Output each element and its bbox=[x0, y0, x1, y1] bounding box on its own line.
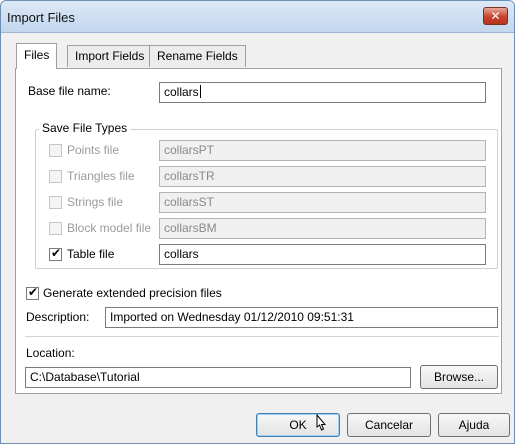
block-model-file-checkbox[interactable] bbox=[49, 222, 62, 235]
points-file-checkbox[interactable] bbox=[49, 144, 62, 157]
block-model-file-label: Block model file bbox=[67, 221, 152, 235]
base-file-name-label: Base file name: bbox=[28, 84, 111, 98]
close-button[interactable]: ✕ bbox=[483, 7, 508, 25]
location-input[interactable]: C:\Database\Tutorial bbox=[25, 367, 411, 388]
strings-file-input[interactable]: collarsST bbox=[159, 192, 486, 213]
tab-files-label: Files bbox=[24, 48, 50, 62]
checkmark-icon: ✔ bbox=[50, 246, 62, 260]
strings-file-value: collarsST bbox=[164, 195, 215, 209]
text-caret bbox=[199, 85, 201, 98]
table-file-value: collars bbox=[164, 247, 199, 261]
table-file-input[interactable]: collars bbox=[159, 244, 486, 265]
description-value: Imported on Wednesday 01/12/2010 09:51:3… bbox=[110, 310, 354, 324]
triangles-file-input[interactable]: collarsTR bbox=[159, 166, 486, 187]
title-bar[interactable]: Import Files ✕ bbox=[1, 1, 514, 33]
location-label: Location: bbox=[26, 346, 75, 360]
cancel-button-label: Cancelar bbox=[364, 418, 414, 432]
triangles-file-label: Triangles file bbox=[67, 169, 135, 183]
block-model-file-value: collarsBM bbox=[164, 221, 217, 235]
tab-import-fields-label: Import Fields bbox=[75, 49, 145, 63]
mouse-pointer-icon bbox=[316, 414, 327, 431]
block-model-file-input[interactable]: collarsBM bbox=[159, 218, 486, 239]
tab-import-fields[interactable]: Import Fields bbox=[67, 45, 153, 67]
ok-button[interactable]: OK bbox=[256, 413, 340, 437]
location-separator bbox=[25, 336, 499, 337]
help-button[interactable]: Ajuda bbox=[438, 413, 510, 437]
import-files-dialog: Import Files ✕ Files Import Fields Renam… bbox=[0, 0, 515, 444]
extended-precision-checkbox[interactable]: ✔ bbox=[26, 285, 39, 300]
browse-button[interactable]: Browse... bbox=[420, 365, 498, 389]
strings-file-checkbox[interactable] bbox=[49, 196, 62, 209]
triangles-file-value: collarsTR bbox=[164, 169, 215, 183]
base-file-name-value: collars bbox=[164, 85, 199, 99]
description-label: Description: bbox=[26, 310, 90, 324]
strings-file-label: Strings file bbox=[67, 195, 124, 209]
table-file-checkbox[interactable]: ✔ bbox=[49, 246, 62, 261]
location-value: C:\Database\Tutorial bbox=[30, 370, 140, 384]
tab-rename-fields-label: Rename Fields bbox=[157, 49, 238, 63]
browse-button-label: Browse... bbox=[433, 370, 484, 384]
close-icon: ✕ bbox=[490, 9, 501, 23]
tab-rename-fields[interactable]: Rename Fields bbox=[149, 45, 246, 67]
table-file-label: Table file bbox=[67, 247, 115, 261]
checkmark-icon: ✔ bbox=[27, 285, 39, 299]
triangles-file-checkbox[interactable] bbox=[49, 170, 62, 183]
points-file-value: collarsPT bbox=[164, 143, 215, 157]
cancel-button[interactable]: Cancelar bbox=[347, 413, 431, 437]
help-button-label: Ajuda bbox=[458, 418, 490, 432]
ok-button-label: OK bbox=[289, 418, 307, 432]
description-input[interactable]: Imported on Wednesday 01/12/2010 09:51:3… bbox=[105, 307, 498, 328]
base-file-name-input[interactable]: collars bbox=[159, 82, 486, 103]
tab-files[interactable]: Files bbox=[16, 43, 58, 69]
points-file-input[interactable]: collarsPT bbox=[159, 140, 486, 161]
save-file-types-legend: Save File Types bbox=[39, 121, 131, 135]
points-file-label: Points file bbox=[67, 143, 120, 157]
extended-precision-label: Generate extended precision files bbox=[43, 286, 222, 300]
window-title: Import Files bbox=[7, 10, 75, 25]
